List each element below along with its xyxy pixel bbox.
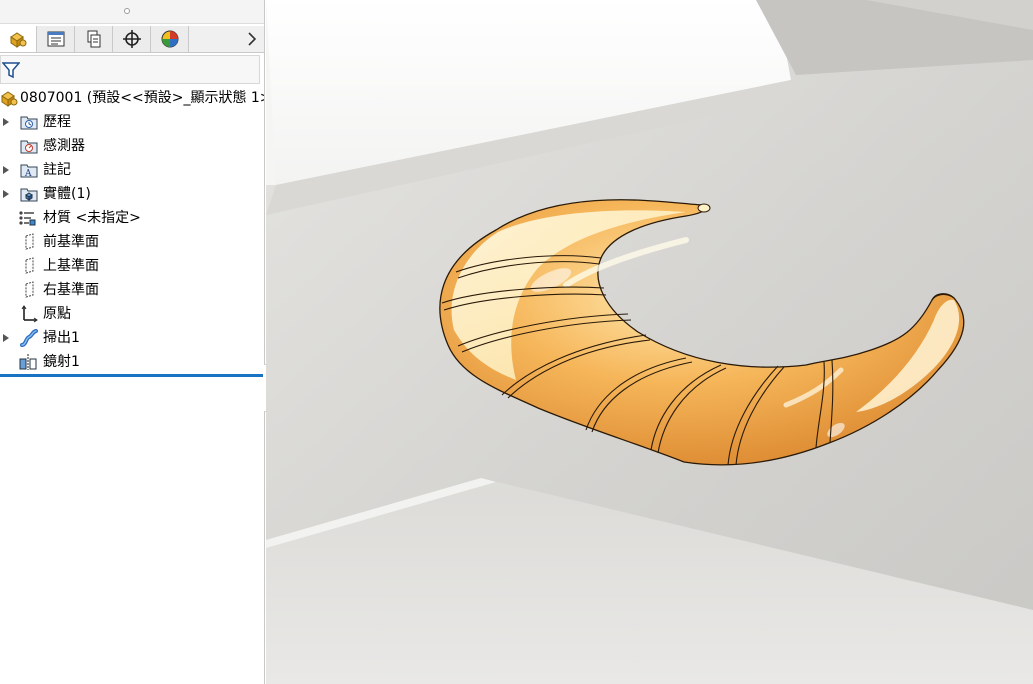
display-manager-icon bbox=[161, 30, 178, 48]
part-icon bbox=[1, 91, 18, 107]
feature-manager-panel: 0807001 (預設<<預設>_顯示狀態 1>) 歷程 感測器 A 註記 實體… bbox=[0, 0, 265, 684]
scene-canvas bbox=[266, 0, 1033, 684]
tree-filter-bar[interactable] bbox=[0, 55, 260, 84]
tab-featuremanager[interactable] bbox=[0, 26, 37, 52]
material-icon bbox=[19, 211, 36, 226]
sweep-feature-icon bbox=[20, 329, 38, 347]
history-folder-icon bbox=[20, 116, 38, 130]
mirror-feature-icon bbox=[19, 354, 37, 370]
tree-item-front-plane[interactable]: 前基準面 bbox=[0, 230, 264, 254]
tree-item-mirror1[interactable]: 鏡射1 bbox=[0, 350, 264, 374]
tree-item-label: 鏡射1 bbox=[43, 354, 80, 370]
tree-item-annotations[interactable]: A 註記 bbox=[0, 158, 264, 182]
expand-arrow-icon[interactable] bbox=[3, 190, 9, 198]
tree-item-label: 原點 bbox=[43, 306, 71, 322]
tree-item-history[interactable]: 歷程 bbox=[0, 110, 264, 134]
part-featuremanager-icon bbox=[10, 32, 27, 48]
tree-item-label: 掃出1 bbox=[43, 330, 80, 346]
tree-item-sweep1[interactable]: 掃出1 bbox=[0, 326, 264, 350]
sensors-folder-icon bbox=[20, 140, 38, 154]
tab-scroll-right-button[interactable] bbox=[245, 29, 259, 49]
tab-configurationmanager[interactable] bbox=[75, 26, 113, 52]
rollback-bar[interactable] bbox=[0, 374, 263, 377]
tree-item-label: 註記 bbox=[43, 162, 71, 178]
tree-root-label: 0807001 (預設<<預設>_顯示狀態 1>) bbox=[20, 90, 265, 106]
plane-icon bbox=[25, 233, 34, 250]
dimxpert-manager-icon bbox=[122, 30, 141, 48]
tree-item-material[interactable]: 材質 <未指定> bbox=[0, 206, 264, 230]
chevron-right-icon bbox=[248, 32, 257, 46]
graphics-viewport[interactable] bbox=[266, 0, 1033, 684]
tree-item-origin[interactable]: 原點 bbox=[0, 302, 264, 326]
manager-tab-strip bbox=[0, 26, 264, 53]
tree-item-label: 前基準面 bbox=[43, 234, 99, 250]
configuration-manager-icon bbox=[87, 30, 100, 48]
tab-dimxpertmanager[interactable] bbox=[113, 26, 151, 52]
expand-arrow-icon[interactable] bbox=[3, 166, 9, 174]
origin-icon bbox=[21, 305, 38, 323]
property-manager-icon bbox=[47, 31, 64, 47]
expand-arrow-icon[interactable] bbox=[3, 118, 9, 126]
panel-grip[interactable] bbox=[0, 0, 264, 24]
solid-bodies-folder-icon bbox=[20, 188, 38, 202]
tree-item-solid-bodies[interactable]: 實體(1) bbox=[0, 182, 264, 206]
tree-item-right-plane[interactable]: 右基準面 bbox=[0, 278, 264, 302]
tree-item-label: 右基準面 bbox=[43, 282, 99, 298]
svg-text:A: A bbox=[24, 169, 32, 179]
tree-root-part[interactable]: 0807001 (預設<<預設>_顯示狀態 1>) bbox=[0, 86, 265, 110]
filter-funnel-icon[interactable] bbox=[2, 61, 20, 79]
tree-item-label: 歷程 bbox=[43, 114, 71, 130]
tree-item-label: 感測器 bbox=[43, 138, 85, 154]
tree-item-top-plane[interactable]: 上基準面 bbox=[0, 254, 264, 278]
tree-item-label: 實體(1) bbox=[43, 186, 91, 202]
plane-icon bbox=[25, 257, 34, 274]
tree-item-label: 上基準面 bbox=[43, 258, 99, 274]
plane-icon bbox=[25, 281, 34, 298]
tree-item-label: 材質 <未指定> bbox=[43, 210, 141, 226]
expand-arrow-icon[interactable] bbox=[3, 334, 9, 342]
tab-displaymanager[interactable] bbox=[151, 26, 189, 52]
annotations-folder-icon: A bbox=[20, 164, 38, 179]
tab-propertymanager[interactable] bbox=[37, 26, 75, 52]
tree-item-sensors[interactable]: 感測器 bbox=[0, 134, 264, 158]
